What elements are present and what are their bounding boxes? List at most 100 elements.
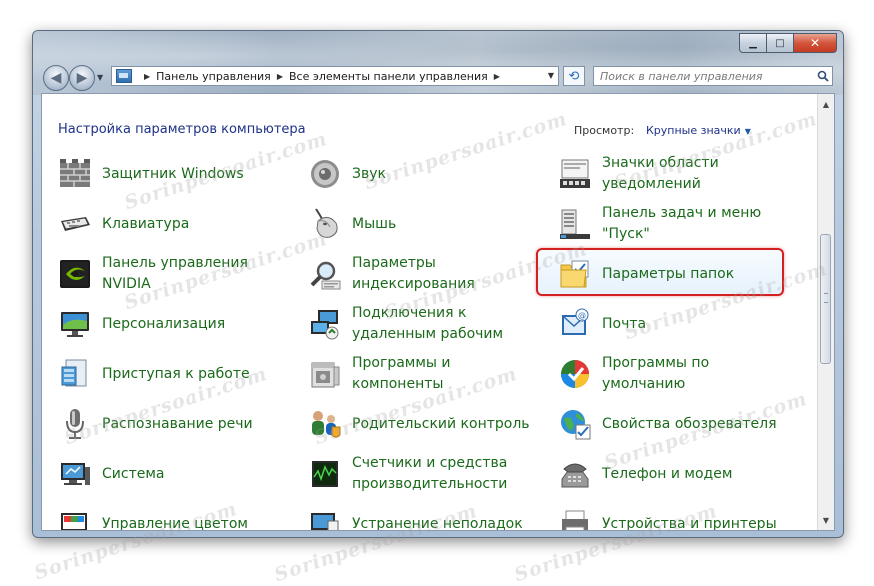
search-box xyxy=(593,66,833,86)
getting-started-icon xyxy=(58,357,92,391)
item-windows-firewall[interactable]: Защитник Windows xyxy=(42,152,282,196)
control-panel-window: ▁ □ ✕ ◀ ▶ ▼ ▶ Панель управления ▶ Все эл… xyxy=(32,30,844,538)
computer-icon xyxy=(58,457,92,491)
scrollbar-thumb[interactable] xyxy=(820,234,831,364)
item-label: Подключения к удаленным рабочим xyxy=(352,305,504,342)
globe-icon xyxy=(558,407,592,441)
forward-arrow-icon: ▶ xyxy=(76,70,88,86)
item-mouse[interactable]: Мышь xyxy=(292,202,532,246)
item-folder-options[interactable]: Параметры папок xyxy=(536,248,784,296)
nvidia-icon xyxy=(58,257,92,291)
content-pane: Настройка параметров компьютера Просмотр… xyxy=(41,93,835,531)
item-label: Программы по умолчанию xyxy=(602,355,710,392)
color-icon xyxy=(58,507,92,530)
item-label: Устройства и принтеры xyxy=(602,515,777,531)
item-label: Управление цветом xyxy=(102,515,248,531)
search-icon[interactable] xyxy=(814,67,832,85)
svg-text:@: @ xyxy=(578,311,586,320)
item-label: Панель задач и меню "Пуск" xyxy=(602,205,762,242)
back-button[interactable]: ◀ xyxy=(43,65,69,91)
breadcrumb-separator-icon[interactable]: ▶ xyxy=(277,72,283,81)
item-label: Персонализация xyxy=(102,315,226,332)
item-remote-desktop[interactable]: Подключения к удаленным рабочим xyxy=(292,302,532,346)
scroll-down-icon[interactable]: ▼ xyxy=(819,512,833,528)
folder-icon xyxy=(558,257,592,291)
item-parental-controls[interactable]: Родительский контроль xyxy=(292,402,532,446)
view-mode-dropdown[interactable]: Крупные значки ▼ xyxy=(646,124,751,137)
item-label: Программы и компоненты xyxy=(352,355,451,392)
default-programs-icon xyxy=(558,357,592,391)
keyboard-icon xyxy=(58,207,92,241)
control-panel-icon xyxy=(116,69,132,83)
breadcrumb-separator-icon[interactable]: ▶ xyxy=(144,72,150,81)
back-arrow-icon: ◀ xyxy=(50,70,62,86)
taskbar-icon xyxy=(558,207,592,241)
item-getting-started[interactable]: Приступая к работе xyxy=(42,352,282,396)
maximize-button[interactable]: □ xyxy=(767,33,794,53)
item-nvidia-control-panel[interactable]: Панель управления NVIDIA xyxy=(42,252,282,296)
view-mode-label: Крупные значки xyxy=(646,124,741,137)
item-label: Защитник Windows xyxy=(102,165,244,182)
item-mail[interactable]: @ Почта xyxy=(542,302,782,346)
item-notification-icons[interactable]: Значки области уведомлений xyxy=(542,152,782,196)
item-system[interactable]: Система xyxy=(42,452,282,496)
item-label: Значки области уведомлений xyxy=(602,155,719,192)
magnifier-icon xyxy=(308,257,342,291)
item-label: Почта xyxy=(602,315,647,332)
item-label: Мышь xyxy=(352,215,397,232)
item-taskbar-start[interactable]: Панель задач и меню "Пуск" xyxy=(542,202,782,246)
tray-icon xyxy=(558,157,592,191)
microphone-icon xyxy=(58,407,92,441)
network-icon xyxy=(308,307,342,341)
close-button[interactable]: ✕ xyxy=(794,33,837,53)
item-programs-features[interactable]: Программы и компоненты xyxy=(292,352,532,396)
address-bar[interactable]: ▶ Панель управления ▶ Все элементы панел… xyxy=(111,66,559,86)
item-troubleshooting[interactable]: Устранение неполадок xyxy=(292,502,532,531)
item-label: Звук xyxy=(352,165,386,182)
minimize-button[interactable]: ▁ xyxy=(739,33,767,53)
search-input[interactable] xyxy=(594,68,814,84)
item-default-programs[interactable]: Программы по умолчанию xyxy=(542,352,782,396)
mail-icon: @ xyxy=(558,307,592,341)
view-by-label: Просмотр: xyxy=(574,124,635,137)
item-devices-printers[interactable]: Устройства и принтеры xyxy=(542,502,782,531)
scroll-up-icon[interactable]: ▲ xyxy=(819,96,833,112)
item-keyboard[interactable]: Клавиатура xyxy=(42,202,282,246)
item-label: Свойства обозревателя xyxy=(602,415,777,432)
item-label: Клавиатура xyxy=(102,215,190,232)
mouse-icon xyxy=(308,207,342,241)
refresh-icon: ⟲ xyxy=(568,68,580,84)
wall-icon xyxy=(58,157,92,191)
printer-icon xyxy=(558,507,592,530)
item-color-management[interactable]: Управление цветом xyxy=(42,502,282,531)
item-label: Родительский контроль xyxy=(352,415,530,432)
item-label: Приступая к работе xyxy=(102,365,250,382)
phone-icon xyxy=(558,457,592,491)
speaker-icon xyxy=(308,157,342,191)
address-dropdown-icon[interactable]: ▼ xyxy=(548,71,554,80)
refresh-button[interactable]: ⟲ xyxy=(563,66,585,86)
monitor-icon xyxy=(58,307,92,341)
item-label: Параметры папок xyxy=(602,265,735,282)
item-phone-modem[interactable]: Телефон и модем xyxy=(542,452,782,496)
box-icon xyxy=(308,357,342,391)
item-label: Параметры индексирования xyxy=(352,255,475,292)
vertical-scrollbar[interactable]: ▲ ▼ xyxy=(817,94,834,530)
item-label: Телефон и модем xyxy=(602,465,733,482)
item-personalization[interactable]: Персонализация xyxy=(42,302,282,346)
item-internet-options[interactable]: Свойства обозревателя xyxy=(542,402,782,446)
recent-pages-dropdown[interactable]: ▼ xyxy=(97,73,103,82)
item-speech-recognition[interactable]: Распознавание речи xyxy=(42,402,282,446)
item-label: Счетчики и средства производительности xyxy=(352,455,508,492)
item-label: Устранение неполадок xyxy=(352,515,523,531)
item-performance[interactable]: Счетчики и средства производительности xyxy=(292,452,532,496)
family-icon xyxy=(308,407,342,441)
forward-button[interactable]: ▶ xyxy=(69,65,95,91)
item-sound[interactable]: Звук xyxy=(292,152,532,196)
breadcrumb-control-panel[interactable]: Панель управления xyxy=(156,70,271,83)
item-label: Распознавание речи xyxy=(102,415,253,432)
breadcrumb-separator-icon[interactable]: ▶ xyxy=(494,72,500,81)
troubleshoot-icon xyxy=(308,507,342,530)
breadcrumb-all-items[interactable]: Все элементы панели управления xyxy=(289,70,488,83)
item-indexing-options[interactable]: Параметры индексирования xyxy=(292,252,532,296)
